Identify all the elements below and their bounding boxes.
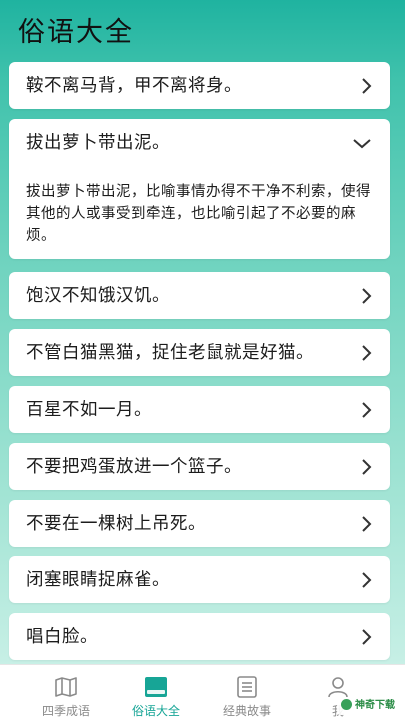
tab-label: 俗语大全: [131, 704, 180, 718]
proverb-title: 闭塞眼睛捉麻雀。: [26, 570, 170, 590]
book-icon: [144, 675, 168, 699]
chevron-right-icon: [356, 286, 376, 306]
proverb-card[interactable]: 百星不如一月。: [9, 386, 390, 433]
proverb-card[interactable]: 不要把鸡蛋放进一个篮子。: [9, 443, 390, 490]
chevron-right-icon: [356, 570, 376, 590]
proverb-title: 不要把鸡蛋放进一个篮子。: [26, 457, 242, 477]
watermark-badge: 神奇下载: [337, 697, 399, 715]
proverb-title: 唱白脸。: [26, 627, 98, 647]
proverb-title: 不要在一棵树上吊死。: [26, 514, 206, 534]
proverb-card-expanded[interactable]: 拔出萝卜带出泥。 拔出萝卜带出泥，比喻事情办得不干净不利索，使得其他的人或事受到…: [9, 119, 390, 259]
proverb-title: 饱汉不知饿汉饥。: [26, 286, 170, 306]
proverb-title: 百星不如一月。: [26, 400, 152, 420]
proverb-card[interactable]: 饱汉不知饿汉饥。: [9, 272, 390, 319]
chevron-right-icon: [356, 343, 376, 363]
proverb-card[interactable]: 唱白脸。: [9, 613, 390, 660]
chevron-right-icon: [356, 627, 376, 647]
tab-label: 四季成语: [41, 704, 90, 718]
proverb-title: 不管白猫黑猫，捉住老鼠就是好猫。: [26, 343, 314, 363]
tab-stories[interactable]: 经典故事: [201, 665, 293, 721]
proverb-card[interactable]: 不管白猫黑猫，捉住老鼠就是好猫。: [9, 329, 390, 376]
app-header: 俗语大全: [0, 0, 405, 58]
document-list-icon: [235, 675, 259, 699]
user-icon: [326, 675, 350, 699]
chevron-right-icon: [356, 514, 376, 534]
chevron-right-icon: [356, 457, 376, 477]
chevron-right-icon: [356, 76, 376, 96]
book-map-icon: [54, 675, 78, 699]
proverb-card[interactable]: 鞍不离马背，甲不离将身。: [9, 62, 390, 109]
proverb-card[interactable]: 不要在一棵树上吊死。: [9, 500, 390, 547]
proverb-title: 鞍不离马背，甲不离将身。: [26, 76, 242, 96]
proverb-card[interactable]: 闭塞眼睛捉麻雀。: [9, 556, 390, 603]
tab-label: 经典故事: [222, 704, 271, 718]
page-title: 俗语大全: [18, 17, 134, 48]
chevron-right-icon: [356, 400, 376, 420]
chevron-down-icon[interactable]: [352, 133, 372, 153]
tab-idioms[interactable]: 四季成语: [20, 665, 112, 721]
watermark-text: 神奇下载: [355, 700, 395, 711]
tab-proverbs[interactable]: 俗语大全: [110, 665, 202, 721]
watermark-logo-icon: [341, 699, 352, 710]
proverb-explanation: 拔出萝卜带出泥，比喻事情办得不干净不利索，使得其他的人或事受到牵连，也比喻引起了…: [26, 184, 371, 244]
proverb-title: 拔出萝卜带出泥。: [26, 133, 170, 153]
